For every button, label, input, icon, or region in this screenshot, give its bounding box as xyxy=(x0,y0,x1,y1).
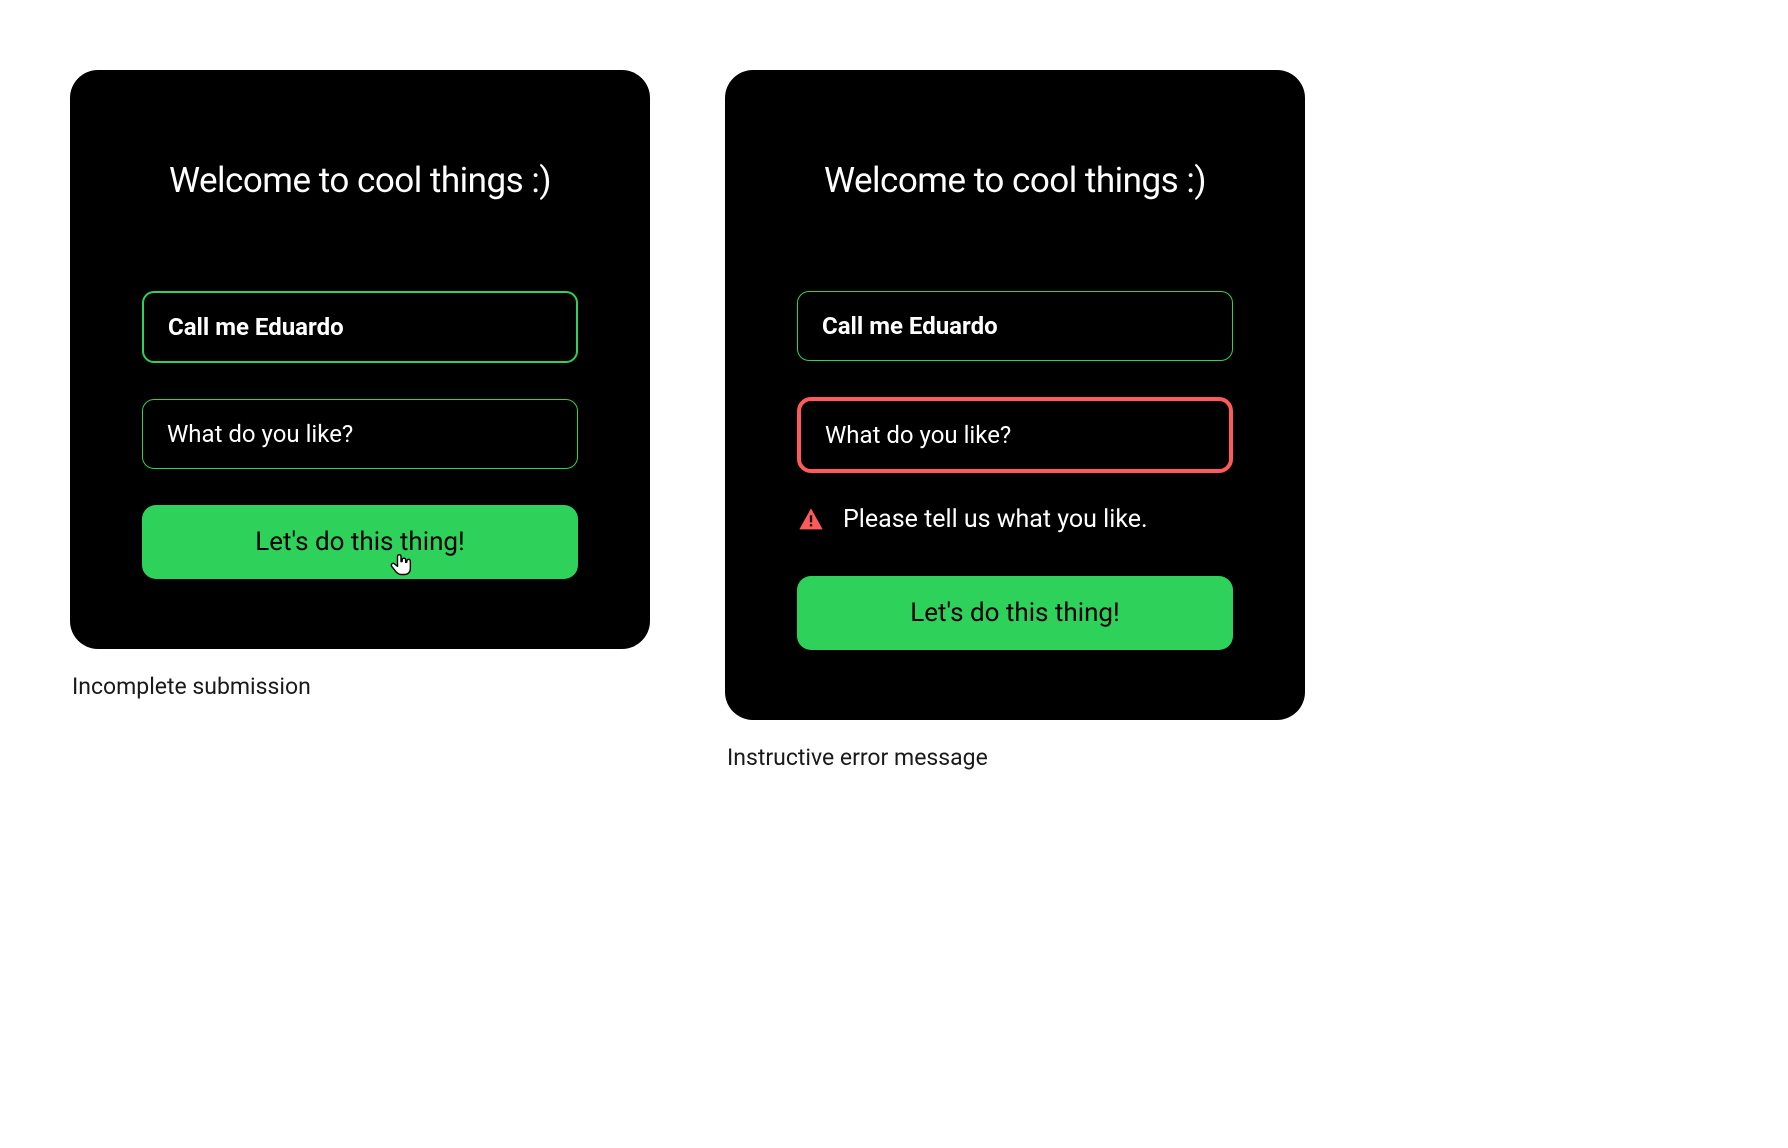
error-message-text: Please tell us what you like. xyxy=(843,505,1148,534)
card-title: Welcome to cool things :) xyxy=(142,160,578,201)
submit-button[interactable]: Let's do this thing! xyxy=(142,505,578,579)
error-message-row: Please tell us what you like. xyxy=(797,505,1233,534)
like-input[interactable] xyxy=(797,397,1233,473)
example-caption: Instructive error message xyxy=(725,744,1305,771)
example-incomplete: Welcome to cool things :) Let's do this … xyxy=(70,70,650,700)
warning-icon xyxy=(797,506,825,534)
submit-button-label: Let's do this thing! xyxy=(910,598,1119,628)
submit-button[interactable]: Let's do this thing! xyxy=(797,576,1233,650)
name-input[interactable] xyxy=(142,291,578,363)
submit-button-label: Let's do this thing! xyxy=(255,527,464,557)
example-error: Welcome to cool things :) Please tell us… xyxy=(725,70,1305,771)
example-caption: Incomplete submission xyxy=(70,673,650,700)
name-input[interactable] xyxy=(797,291,1233,361)
card-title: Welcome to cool things :) xyxy=(797,160,1233,201)
form-card-right: Welcome to cool things :) Please tell us… xyxy=(725,70,1305,720)
form-card-left: Welcome to cool things :) Let's do this … xyxy=(70,70,650,649)
like-input[interactable] xyxy=(142,399,578,469)
